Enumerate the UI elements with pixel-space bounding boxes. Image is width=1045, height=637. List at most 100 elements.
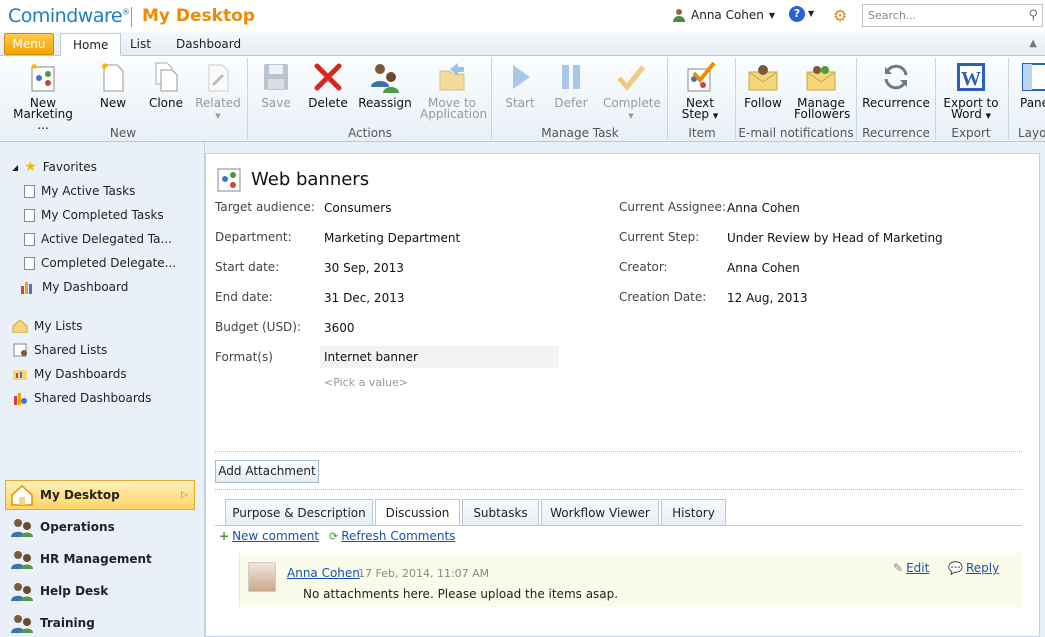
follow-button[interactable]: Follow (743, 60, 783, 109)
divider (215, 451, 1022, 452)
sidebar-item-my-dashboard[interactable]: My Dashboard (20, 276, 128, 298)
complete-button[interactable]: Complete ▼ (603, 60, 661, 122)
add-attachment-button[interactable]: Add Attachment (215, 460, 319, 483)
pause-icon (555, 60, 587, 94)
field-label: Budget (USD): (215, 320, 302, 334)
field-label: Format(s) (215, 350, 273, 364)
sidebar-favorites[interactable]: ◢ ★ Favorites (12, 156, 97, 178)
nav-help-desk[interactable]: Help Desk (10, 581, 108, 601)
divider (1008, 58, 1009, 140)
sidebar-item-active-delegated[interactable]: Active Delegated Ta... (24, 228, 172, 250)
sidebar-item-my-dashboards[interactable]: My Dashboards (12, 363, 127, 385)
nav-training[interactable]: Training (10, 613, 95, 633)
nav-label: Help Desk (40, 584, 109, 598)
current-assignee-value[interactable]: Anna Cohen (727, 201, 800, 215)
sidebar-item-label: Shared Lists (34, 343, 108, 357)
sidebar-item-my-lists[interactable]: My Lists (12, 315, 83, 337)
nav-hr-management[interactable]: HR Management (10, 549, 152, 569)
next-step-button[interactable]: Next Step ▼ (676, 60, 724, 122)
nav-label: Operations (40, 520, 115, 534)
edit-link[interactable]: Edit (906, 561, 929, 575)
budget-value[interactable]: 3600 (324, 321, 355, 335)
tab-purpose-description[interactable]: Purpose & Description (225, 499, 373, 525)
collapse-ribbon-icon[interactable]: ▲ (1029, 38, 1037, 49)
new-comment-link[interactable]: New comment (232, 529, 319, 543)
expand-triangle-icon[interactable]: ◢ (12, 163, 18, 172)
defer-button[interactable]: Defer (552, 60, 590, 109)
help-icon[interactable]: ? (789, 6, 805, 22)
field-label: Target audience: (215, 200, 315, 214)
pane-button[interactable]: Pane (1012, 60, 1045, 109)
menu-button[interactable]: Menu (4, 33, 54, 55)
divider (247, 58, 248, 140)
search-input[interactable]: Search... ⚲ (862, 4, 1043, 27)
start-label: Start (505, 96, 535, 110)
sidebar-item-shared-dashboards[interactable]: Shared Dashboards (12, 387, 151, 409)
refresh-comments-button[interactable]: ⟳ Refresh Comments (329, 529, 455, 543)
tab-home[interactable]: Home (60, 33, 122, 56)
move-to-application-button[interactable]: Move to Application (420, 60, 487, 120)
recurrence-button[interactable]: Recurrence (862, 60, 930, 109)
tab-history[interactable]: History (661, 499, 726, 525)
start-date-value[interactable]: 30 Sep, 2013 (324, 261, 404, 275)
tab-subtasks[interactable]: Subtasks (462, 499, 539, 525)
search-icon[interactable]: ⚲ (1028, 8, 1038, 23)
comment-author[interactable]: Anna Cohen (287, 566, 360, 580)
edit-button[interactable]: ✎ Edit (893, 561, 929, 575)
export-to-word-button[interactable]: W Export to Word ▼ (941, 60, 1001, 122)
chevron-down-icon[interactable]: ▼ (808, 9, 814, 18)
tab-workflow-viewer[interactable]: Workflow Viewer (541, 499, 659, 525)
nav-label: HR Management (40, 552, 152, 566)
clone-button[interactable]: Clone (147, 60, 185, 109)
logo[interactable]: Comindware® (8, 5, 130, 27)
field-label: End date: (215, 290, 273, 304)
task-title: Web banners (251, 169, 370, 190)
reply-bubble-icon: 💬 (948, 561, 963, 575)
new-button[interactable]: ✷ New (95, 60, 131, 109)
delete-button[interactable]: Delete (306, 60, 350, 109)
sidebar-item-my-active-tasks[interactable]: My Active Tasks (24, 180, 135, 202)
new-comment-button[interactable]: + New comment (219, 529, 319, 543)
user-menu[interactable]: Anna Cohen ▼ (672, 8, 775, 22)
related-button[interactable]: Related ▼ (195, 60, 241, 122)
reply-button[interactable]: 💬 Reply (948, 561, 999, 575)
user-icon (673, 9, 685, 22)
group-manage-task-label: Manage Task (541, 126, 619, 140)
pane-icon (1020, 60, 1045, 94)
save-label: Save (261, 96, 291, 110)
sidebar-item-shared-lists[interactable]: Shared Lists (12, 339, 107, 361)
reassign-button[interactable]: Reassign (358, 60, 412, 109)
reply-link[interactable]: Reply (966, 561, 999, 575)
department-value[interactable]: Marketing Department (324, 231, 460, 245)
field-label: Department: (215, 230, 292, 244)
new-marketing-button[interactable]: ✷ New Marketing ... (6, 60, 80, 131)
creator-value: Anna Cohen (727, 261, 800, 275)
gear-icon[interactable]: ⚙ (833, 6, 847, 25)
refresh-icon: ⟳ (329, 529, 339, 543)
format-value[interactable]: Internet banner (320, 346, 559, 368)
end-date-value[interactable]: 31 Dec, 2013 (324, 291, 404, 305)
save-button[interactable]: Save (258, 60, 294, 109)
sidebar-item-label: Shared Dashboards (34, 391, 152, 405)
tab-list[interactable]: List (118, 33, 163, 56)
dashboard-chart-icon (21, 282, 32, 294)
field-label: Creator: (619, 260, 668, 274)
sidebar-item-my-completed-tasks[interactable]: My Completed Tasks (24, 204, 164, 226)
pick-value-input[interactable]: <Pick a value> (324, 376, 408, 389)
sidebar-item-completed-delegated[interactable]: Completed Delegate... (24, 252, 176, 274)
group-layout-label: Layo (1018, 126, 1045, 140)
comment-text: No attachments here. Please upload the i… (303, 587, 619, 601)
tab-discussion[interactable]: Discussion (375, 499, 460, 526)
field-label: Start date: (215, 260, 280, 274)
target-audience-value[interactable]: Consumers (324, 201, 391, 215)
tab-dashboard[interactable]: Dashboard (164, 33, 253, 56)
my-desktop-button[interactable]: My Desktop ▷ (5, 480, 195, 510)
nav-operations[interactable]: Operations (10, 517, 115, 537)
start-button[interactable]: Start (502, 60, 538, 109)
manage-followers-button[interactable]: Manage Followers (794, 60, 850, 120)
group-export-label: Export (951, 126, 991, 140)
divider (856, 58, 857, 140)
divider (215, 525, 1022, 526)
refresh-comments-link[interactable]: Refresh Comments (341, 529, 455, 543)
sidebar-item-label: Active Delegated Ta... (41, 232, 172, 246)
